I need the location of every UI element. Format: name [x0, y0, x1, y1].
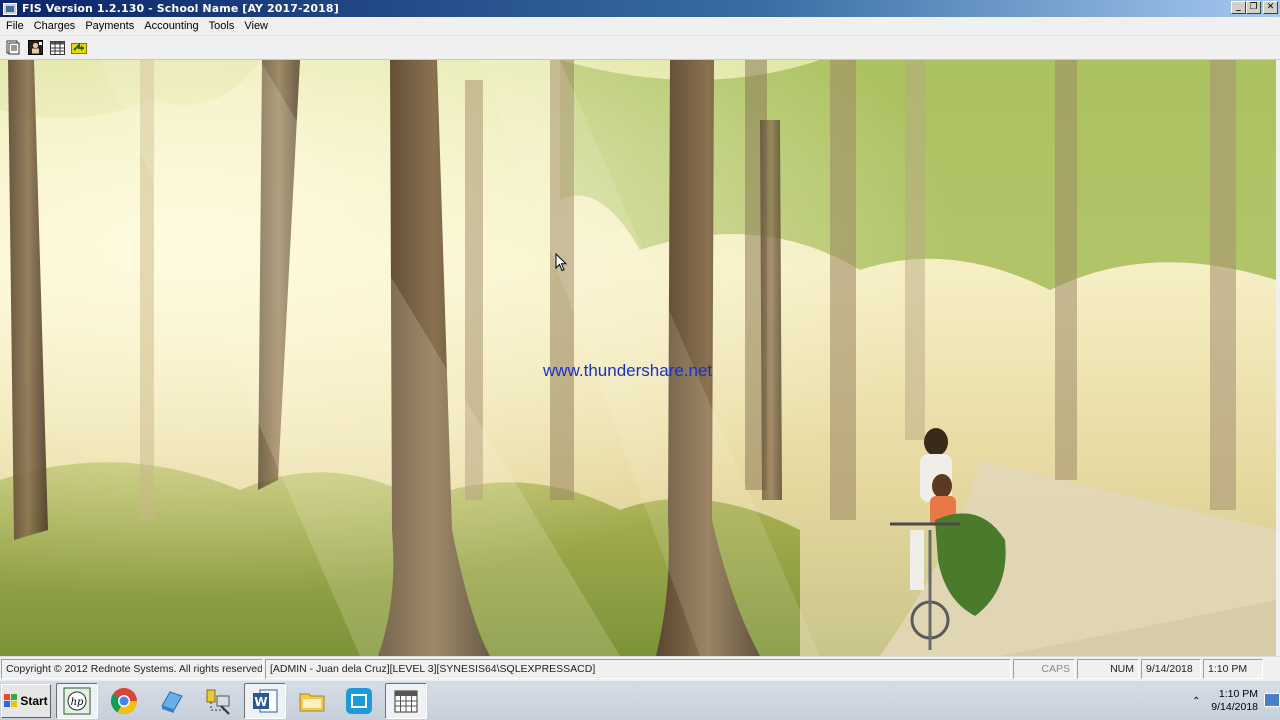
restore-button[interactable]: ❐	[1246, 1, 1261, 14]
system-tray: ⌃ 1:10 PM 9/14/2018	[1189, 681, 1280, 720]
menu-payments[interactable]: Payments	[81, 20, 140, 32]
show-desktop-button[interactable]	[1264, 693, 1280, 707]
taskbar-app-explorer[interactable]	[291, 683, 333, 719]
menu-charges[interactable]: Charges	[30, 20, 82, 32]
eraser-app-icon	[161, 690, 183, 713]
sync-arrows-icon	[71, 42, 87, 54]
taskbar-app-eraser[interactable]	[150, 683, 192, 719]
status-date: 9/14/2018	[1141, 658, 1201, 679]
toolbar-button-sync[interactable]	[70, 39, 88, 57]
network-tools-icon	[206, 689, 230, 715]
palm-forest-image	[0, 60, 1276, 656]
screen-capture-icon	[346, 687, 372, 714]
tray-time: 1:10 PM	[1218, 688, 1258, 700]
table-grid-icon	[49, 40, 65, 55]
window-controls: _ ❐ ✕	[1231, 1, 1278, 14]
menu-view[interactable]: View	[240, 20, 274, 32]
taskbar-app-calendar[interactable]	[385, 682, 427, 719]
menu-bar: File Charges Payments Accounting Tools V…	[0, 17, 1280, 36]
tray-expand-icon[interactable]: ⌃	[1189, 696, 1203, 707]
main-background	[0, 60, 1276, 656]
start-label: Start	[20, 693, 48, 708]
svg-text:hp: hp	[71, 697, 84, 708]
taskbar-app-word[interactable]: W	[244, 682, 286, 719]
student-profile-icon	[27, 40, 43, 55]
close-button[interactable]: ✕	[1263, 1, 1278, 14]
chrome-icon	[110, 687, 138, 714]
menu-tools[interactable]: Tools	[205, 20, 241, 32]
status-copyright: Copyright © 2012 Rednote Systems. All ri…	[1, 658, 263, 679]
watermark-text: www.thundershare.net	[543, 361, 713, 380]
tray-date: 9/14/2018	[1211, 701, 1258, 713]
taskbar-app-network[interactable]	[197, 683, 239, 719]
mouse-cursor-icon	[555, 253, 567, 272]
toolbar	[0, 36, 1280, 60]
windows-logo-icon	[4, 693, 18, 707]
menu-file[interactable]: File	[2, 20, 30, 32]
status-caps: CAPS	[1013, 658, 1075, 679]
taskbar-app-chrome[interactable]	[103, 683, 145, 719]
window-title: FIS Version 1.2.130 - School Name [AY 20…	[22, 2, 339, 15]
calendar-app-icon	[394, 690, 418, 712]
status-time: 1:10 PM	[1203, 658, 1263, 679]
toolbar-button-student[interactable]	[26, 39, 44, 57]
file-explorer-icon	[299, 693, 325, 711]
window-right-edge	[1276, 60, 1280, 656]
status-user-info: [ADMIN - Juan dela Cruz][LEVEL 3][SYNESI…	[265, 658, 1011, 679]
taskbar: Start hp W ⌃ 1:10 PM 9/14/2018	[0, 680, 1280, 720]
title-bar[interactable]: FIS Version 1.2.130 - School Name [AY 20…	[0, 0, 1280, 17]
svg-text:W: W	[254, 695, 267, 709]
menu-accounting[interactable]: Accounting	[140, 20, 204, 32]
tray-clock[interactable]: 1:10 PM 9/14/2018	[1211, 688, 1258, 714]
document-list-icon	[6, 40, 20, 55]
taskbar-app-hp[interactable]: hp	[56, 682, 98, 719]
start-button[interactable]: Start	[1, 683, 51, 718]
hp-icon: hp	[63, 687, 91, 714]
app-icon[interactable]	[3, 2, 17, 15]
status-bar: Copyright © 2012 Rednote Systems. All ri…	[0, 656, 1280, 680]
toolbar-button-documents[interactable]	[4, 39, 22, 57]
taskbar-app-capture[interactable]	[338, 683, 380, 719]
word-icon: W	[253, 689, 278, 712]
status-num: NUM	[1077, 658, 1139, 679]
minimize-button[interactable]: _	[1231, 1, 1246, 14]
toolbar-button-grid[interactable]	[48, 39, 66, 57]
